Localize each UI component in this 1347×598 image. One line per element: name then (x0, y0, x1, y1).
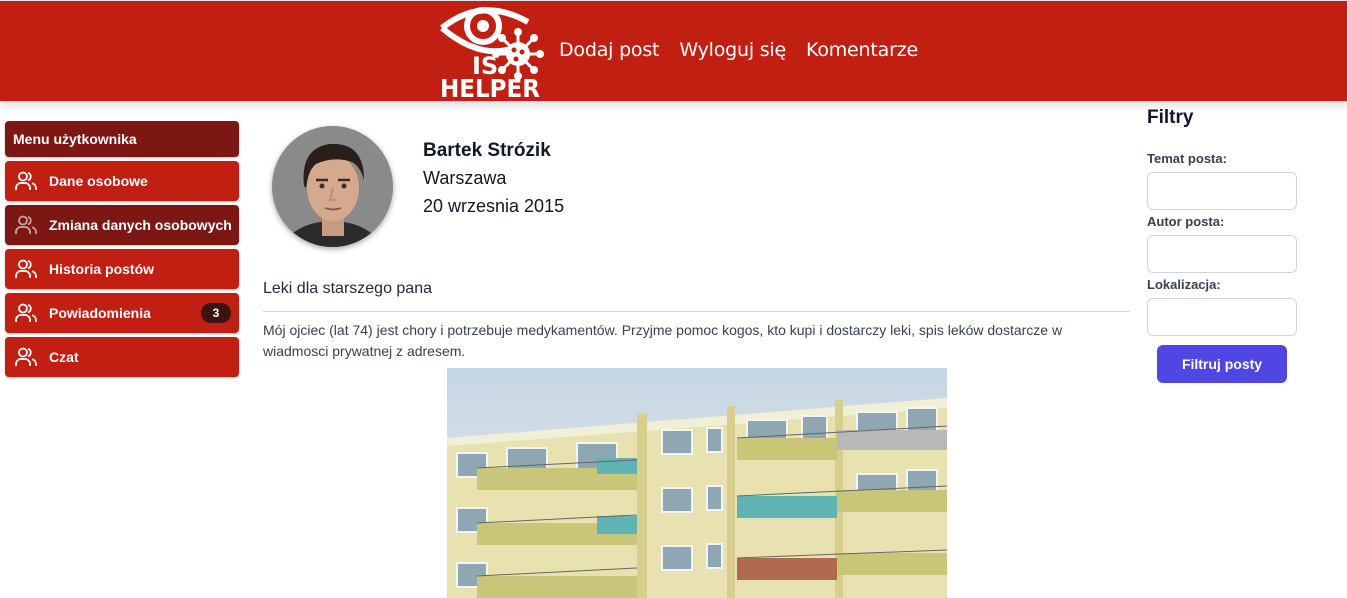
users-icon (15, 171, 37, 191)
profile-name: Bartek Strózik (423, 140, 551, 161)
eye-virus-logo-icon: IS HELPER (440, 7, 544, 103)
filters-title: Filtry (1147, 107, 1194, 128)
sidebar-item-chat[interactable]: Czat (5, 337, 239, 377)
filters-panel: Filtry Temat posta: Autor posta: Lokaliz… (1147, 105, 1307, 383)
users-icon (15, 259, 37, 279)
sidebar-item-notifications[interactable]: Powiadomienia 3 (5, 293, 239, 333)
sidebar-item-personal-data[interactable]: Dane osobowe (5, 161, 239, 201)
top-navbar: IS HELPER Dodaj post Wyloguj się Komenta… (0, 0, 1347, 103)
is-helper-logo[interactable]: IS HELPER (436, 2, 544, 103)
author-input[interactable] (1147, 235, 1297, 273)
user-menu: Menu użytkownika Dane osobowe Zmiana dan… (5, 121, 239, 381)
sidebar-item-label: Czat (49, 349, 79, 365)
location-input[interactable] (1147, 298, 1297, 336)
users-icon (15, 347, 37, 367)
nav-logout[interactable]: Wyloguj się (679, 39, 786, 61)
profile-city: Warszawa (423, 168, 507, 188)
post-image (447, 368, 947, 598)
nav-add-post[interactable]: Dodaj post (559, 39, 660, 61)
user-menu-title: Menu użytkownika (5, 121, 239, 157)
svg-text:HELPER: HELPER (440, 74, 540, 100)
post-divider (263, 311, 1130, 312)
topic-input[interactable] (1147, 172, 1297, 210)
sidebar-item-label: Zmiana danych osobowych (49, 217, 232, 233)
post-title: Leki dla starszego pana (263, 280, 432, 297)
sidebar-item-label: Dane osobowe (49, 173, 148, 189)
sidebar-item-label: Powiadomienia (49, 305, 151, 321)
topic-label: Temat posta: (1147, 151, 1227, 166)
avatar[interactable] (272, 126, 393, 247)
sidebar-item-post-history[interactable]: Historia postów (5, 249, 239, 289)
users-icon (15, 215, 37, 235)
filter-posts-button[interactable]: Filtruj posty (1157, 345, 1287, 383)
users-icon (15, 303, 37, 323)
location-label: Lokalizacja: (1147, 277, 1221, 292)
main-nav: Dodaj post Wyloguj się Komentarze (559, 39, 918, 61)
notification-count-badge: 3 (201, 303, 231, 323)
sidebar-item-edit-personal-data[interactable]: Zmiana danych osobowych (5, 205, 239, 245)
post-body: Mój ojciec (lat 74) jest chory i potrzeb… (263, 322, 1063, 359)
author-label: Autor posta: (1147, 214, 1225, 229)
profile-date: 20 wrzesnia 2015 (423, 196, 565, 216)
sidebar-item-label: Historia postów (49, 261, 155, 277)
nav-comments[interactable]: Komentarze (806, 39, 918, 61)
